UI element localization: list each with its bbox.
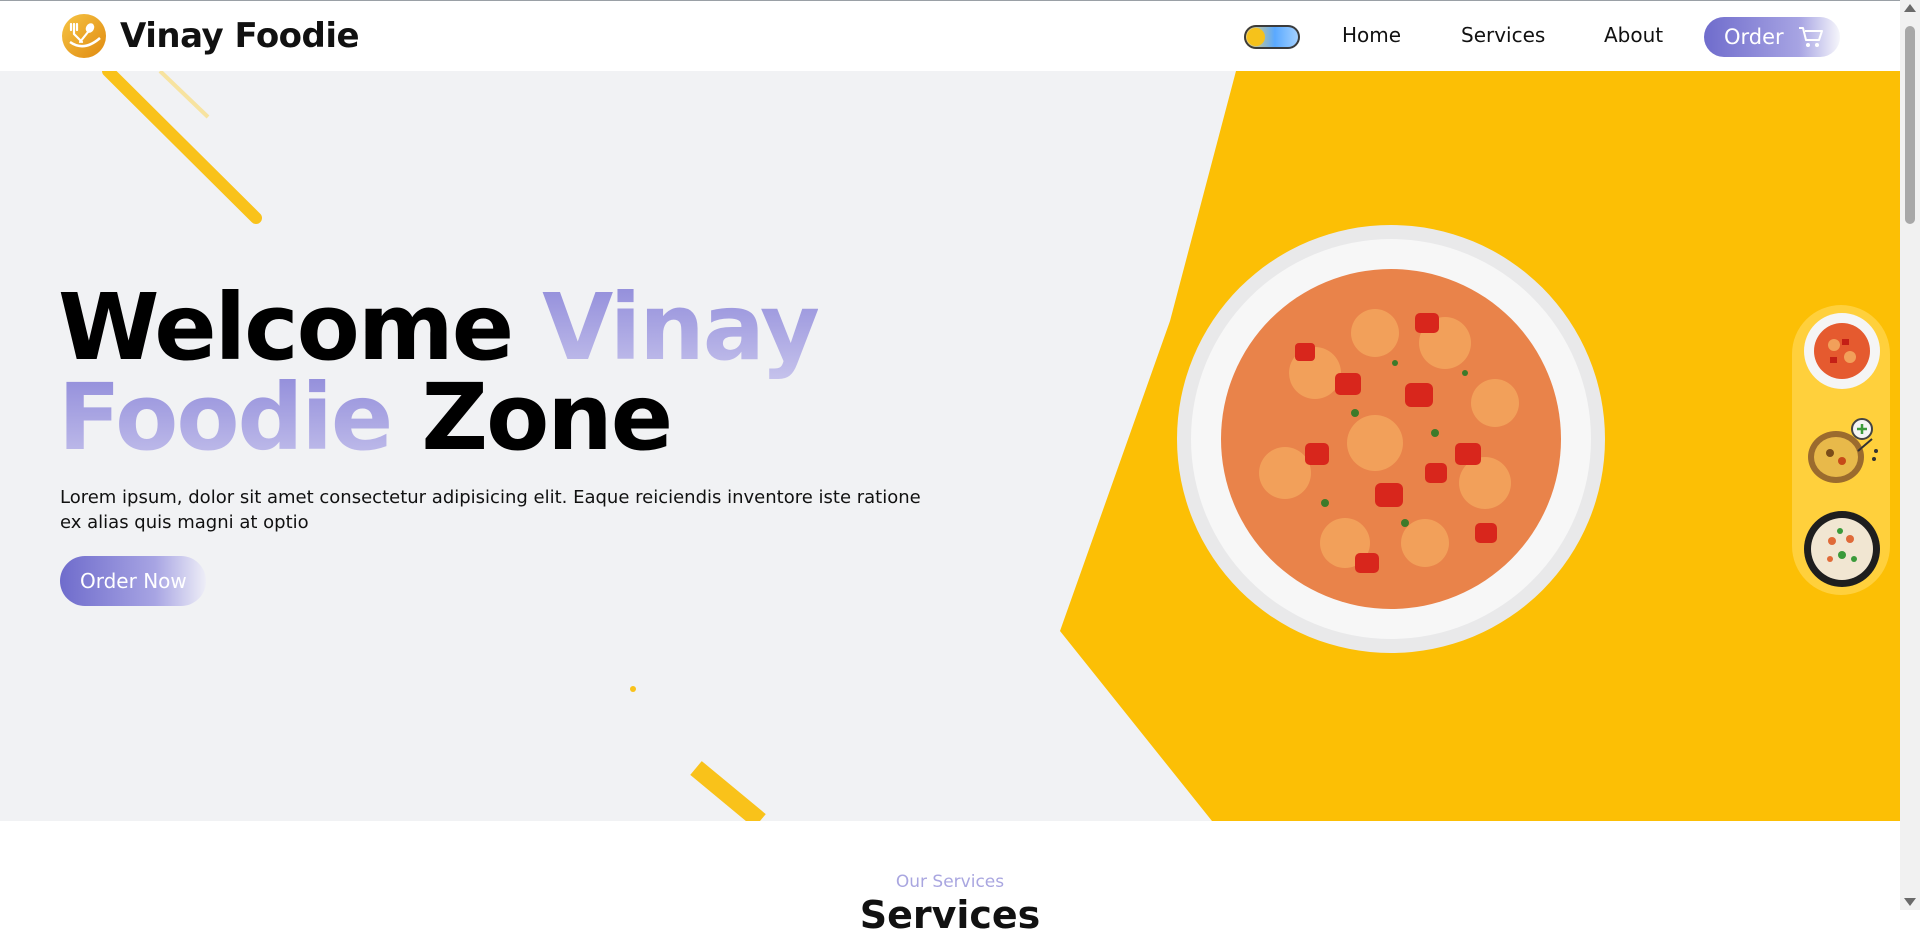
- hero-title-zone: Zone: [421, 364, 673, 471]
- sun-cloud-toggle-icon: [1247, 28, 1265, 46]
- nav-services-link[interactable]: Services: [1461, 23, 1545, 47]
- services-title: Services: [859, 893, 1041, 937]
- biryani-plate-icon[interactable]: [1802, 413, 1882, 493]
- order-button[interactable]: Order: [1704, 17, 1840, 57]
- services-subtitle: Our Services: [895, 872, 1005, 892]
- order-now-label: Order Now: [80, 569, 187, 593]
- order-now-button[interactable]: Order Now: [60, 556, 206, 606]
- pasta-plate-icon[interactable]: [1802, 311, 1882, 391]
- scroll-up-arrow-icon[interactable]: [1904, 4, 1916, 12]
- page-scrollbar[interactable]: [1900, 0, 1920, 910]
- hero-section: Welcome Vinay Foodie Zone Lorem ipsum, d…: [0, 71, 1900, 821]
- brand-logo[interactable]: Vinay Foodie: [60, 11, 360, 61]
- scroll-down-arrow-icon[interactable]: [1904, 898, 1916, 906]
- brand-name: Vinay Foodie: [120, 16, 360, 56]
- nav-home-link[interactable]: Home: [1342, 23, 1401, 47]
- fried-rice-plate-icon[interactable]: [1802, 509, 1882, 589]
- theme-toggle[interactable]: [1244, 25, 1300, 49]
- cart-icon: [1799, 27, 1823, 47]
- scrollbar-thumb[interactable]: [1905, 26, 1915, 224]
- pasta-plate-image: [1177, 225, 1605, 653]
- order-button-label: Order: [1724, 25, 1784, 49]
- hero-title-foodie: Foodie: [58, 364, 393, 471]
- nav-about-link[interactable]: About: [1604, 23, 1663, 47]
- hero-description: Lorem ipsum, dolor sit amet consectetur …: [60, 487, 921, 533]
- navbar: Vinay Foodie Home Services About Order: [0, 1, 1900, 71]
- hero-title: Welcome Vinay Foodie Zone: [58, 282, 958, 464]
- fork-spoon-logo-icon: [62, 14, 106, 58]
